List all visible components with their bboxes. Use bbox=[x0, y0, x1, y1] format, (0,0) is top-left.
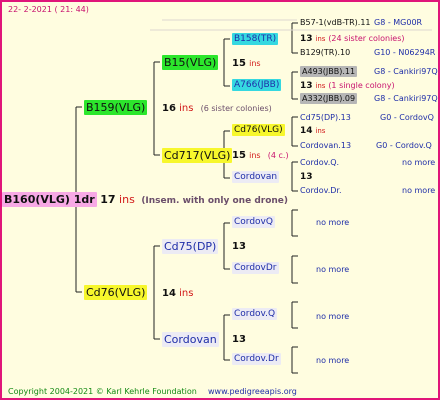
gen4-r4-name[interactable]: A493(JBB).11 bbox=[300, 66, 358, 77]
gen4-r2-note: (24 sister colonies) bbox=[328, 34, 405, 43]
gen4-r10-right: no more bbox=[402, 158, 436, 167]
gen2-b-number: 15 bbox=[232, 150, 246, 161]
root-ins: ins bbox=[119, 193, 135, 206]
gen1-bottom-number: 14 bbox=[162, 288, 176, 299]
gen2-b-ins: ins bbox=[249, 151, 261, 160]
no-more-label-4: no more bbox=[316, 356, 350, 365]
footer-url[interactable]: www.pedigreeapis.org bbox=[208, 388, 297, 396]
gen4-r12-name[interactable]: Cordov.Dr. bbox=[300, 186, 342, 195]
gen4-r5-ins: ins bbox=[315, 82, 326, 90]
gen4-r7-right: G0 - CordovQ bbox=[380, 113, 434, 122]
gen3-f-name[interactable]: CordovDr bbox=[232, 262, 279, 274]
gen2-a-info: 15 ins bbox=[232, 59, 261, 69]
gen1-bottom-info: 14 ins bbox=[162, 289, 193, 299]
gen2-b-info: 15 ins (4 c.) bbox=[232, 151, 289, 161]
gen4-r6-name[interactable]: A332(JBB).09 bbox=[300, 93, 358, 104]
no-more-label-1: no more bbox=[316, 218, 350, 227]
root-number: 17 bbox=[100, 193, 116, 206]
gen2-c-entry: Cd75(DP) bbox=[162, 239, 219, 254]
gen4-r5-number: 13 bbox=[300, 81, 313, 91]
gen3-f-entry: CordovDr bbox=[232, 262, 279, 274]
gen4-r9-name[interactable]: Cordovan.13 bbox=[300, 141, 351, 150]
gen3-e-entry: CordovQ bbox=[232, 216, 275, 228]
gen3-e-name[interactable]: CordovQ bbox=[232, 216, 275, 228]
gen1-top-entry: B159(VLG) bbox=[84, 100, 148, 115]
gen2-a-name[interactable]: B15(VLG) bbox=[162, 55, 219, 70]
gen4-r2-number: 13 bbox=[300, 34, 313, 44]
gen3-a-name[interactable]: B158(TR) bbox=[232, 33, 279, 45]
gen1-top-number: 16 bbox=[162, 103, 176, 114]
gen4-row-9: Cordovan.13 bbox=[300, 142, 351, 150]
no-more-label-2: no more bbox=[316, 265, 350, 274]
gen1-bottom-ins: ins bbox=[179, 288, 194, 299]
gen2-b-note: (4 c.) bbox=[267, 151, 289, 160]
gen4-r7-name[interactable]: Cd75(DP).13 bbox=[300, 113, 351, 122]
gen4-r1-right: G8 - MG00R bbox=[374, 18, 423, 27]
gen4-r12-right: no more bbox=[402, 186, 436, 195]
gen1-top-note: (6 sister colonies) bbox=[200, 104, 272, 113]
gen2-c-number: 13 bbox=[232, 241, 246, 252]
gen4-row-12: Cordov.Dr. bbox=[300, 187, 342, 195]
gen3-h-entry: Cordov.Dr bbox=[232, 353, 281, 365]
gen1-top-ins: ins bbox=[179, 103, 194, 114]
gen2-a-entry: B15(VLG) bbox=[162, 55, 219, 70]
gen4-row-6: A332(JBB).09 bbox=[300, 93, 358, 104]
gen2-d-name[interactable]: Cordovan bbox=[162, 332, 219, 347]
gen4-r4-right: G8 - Cankiri97Q bbox=[374, 67, 438, 76]
no-more-label-3: no more bbox=[316, 312, 350, 321]
footer-copyright: Copyright 2004-2021 © Karl Kehrle Founda… bbox=[8, 387, 197, 396]
gen2-d-info: 13 bbox=[232, 335, 246, 345]
gen4-r6-right: G8 - Cankiri97Q bbox=[374, 94, 438, 103]
gen2-b-entry: Cd717(VLG) bbox=[162, 148, 233, 163]
gen1-bottom-name[interactable]: Cd76(VLG) bbox=[84, 285, 148, 300]
gen2-b-name[interactable]: Cd717(VLG) bbox=[162, 148, 233, 163]
gen4-row-10: Cordov.Q. bbox=[300, 159, 339, 167]
gen4-row-1: B57-1(vdB-TR).11 bbox=[300, 19, 371, 27]
date-stamp: 22- 2-2021 ( 21: 44) bbox=[8, 5, 89, 14]
gen2-a-number: 15 bbox=[232, 58, 246, 69]
gen3-g-name[interactable]: Cordov.Q bbox=[232, 308, 278, 320]
gen4-r8-ins: ins bbox=[315, 127, 326, 135]
gen2-c-info: 13 bbox=[232, 242, 246, 252]
gen3-b-entry: A766(JBB) bbox=[232, 79, 282, 91]
gen3-d-name[interactable]: Cordovan bbox=[232, 171, 280, 183]
root-note: (Insem. with only one drone) bbox=[141, 196, 289, 206]
gen4-r5-note: (1 single colony) bbox=[328, 81, 395, 90]
gen2-d-entry: Cordovan bbox=[162, 332, 219, 347]
gen4-row-3: B129(TR).10 bbox=[300, 49, 350, 57]
gen4-row-8: 14 ins bbox=[300, 127, 325, 136]
gen4-r11-number: 13 bbox=[300, 172, 313, 182]
gen4-row-7: Cd75(DP).13 bbox=[300, 114, 351, 122]
gen3-a-entry: B158(TR) bbox=[232, 33, 279, 45]
gen4-r10-name[interactable]: Cordov.Q. bbox=[300, 158, 339, 167]
gen4-row-4: A493(JBB).11 bbox=[300, 66, 358, 77]
gen4-r9-right: G0 - Cordov.Q bbox=[376, 141, 432, 150]
gen2-d-number: 13 bbox=[232, 334, 246, 345]
gen3-d-entry: Cordovan bbox=[232, 171, 280, 183]
gen4-r3-right: G10 - N06294R bbox=[374, 48, 436, 57]
root-entry: B160(VLG) 1dr 17 ins (Insem. with only o… bbox=[2, 192, 289, 207]
gen3-c-entry: Cd76(VLG) bbox=[232, 124, 285, 136]
gen4-row-5: 13 ins (1 single colony) bbox=[300, 82, 395, 91]
gen3-c-name[interactable]: Cd76(VLG) bbox=[232, 124, 285, 136]
gen4-r8-number: 14 bbox=[300, 126, 313, 136]
gen3-h-name[interactable]: Cordov.Dr bbox=[232, 353, 281, 365]
gen4-row-2: 13 ins (24 sister colonies) bbox=[300, 35, 405, 44]
pedigree-frame: 22- 2-2021 ( 21: 44) B160(VLG) 1dr 17 in… bbox=[0, 0, 440, 400]
gen2-c-name[interactable]: Cd75(DP) bbox=[162, 239, 219, 254]
gen3-b-name[interactable]: A766(JBB) bbox=[232, 79, 282, 91]
gen1-top-name[interactable]: B159(VLG) bbox=[84, 100, 148, 115]
gen4-r2-ins: ins bbox=[315, 35, 326, 43]
gen1-top-info: 16 ins (6 sister colonies) bbox=[162, 104, 272, 114]
gen4-r3-name[interactable]: B129(TR).10 bbox=[300, 48, 350, 57]
root-queen-name[interactable]: B160(VLG) 1dr bbox=[2, 192, 97, 207]
gen3-g-entry: Cordov.Q bbox=[232, 308, 278, 320]
gen1-bottom-entry: Cd76(VLG) bbox=[84, 285, 148, 300]
gen2-a-ins: ins bbox=[249, 59, 261, 68]
gen4-r1-name[interactable]: B57-1(vdB-TR).11 bbox=[300, 18, 371, 27]
